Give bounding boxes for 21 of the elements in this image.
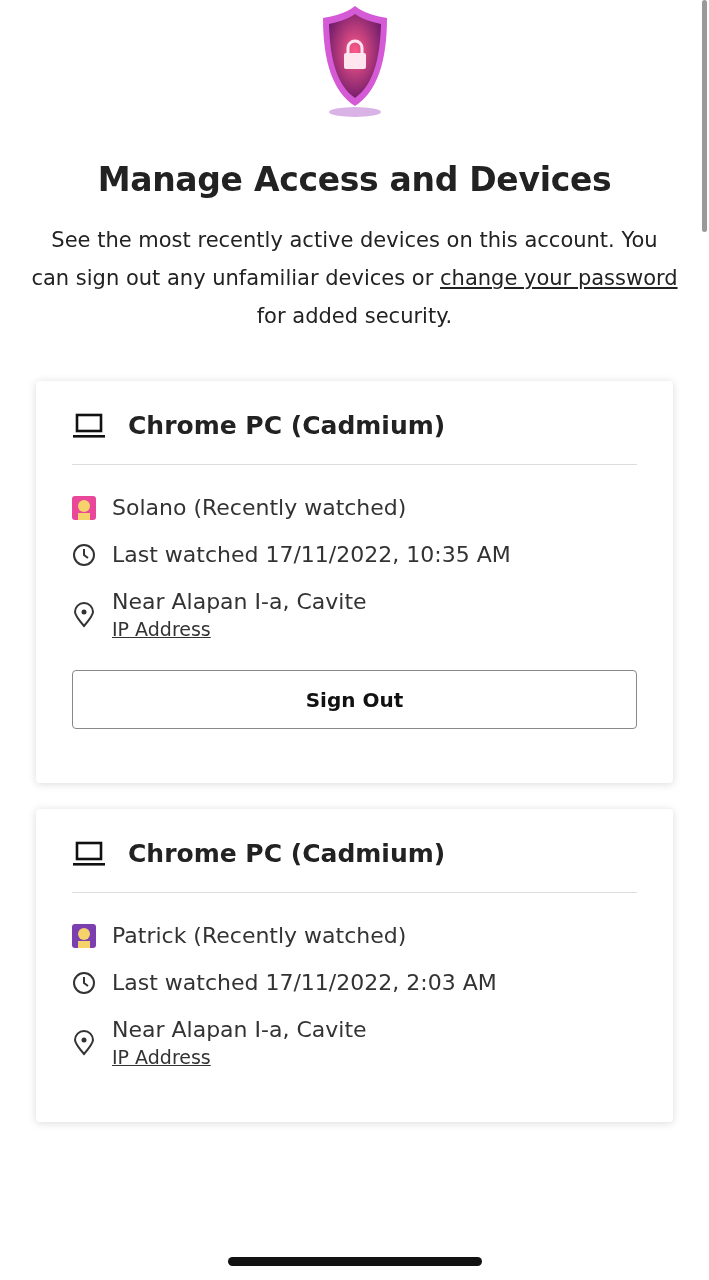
profile-name: Patrick (Recently watched) [112, 923, 407, 948]
clock-icon [72, 542, 96, 567]
page-title: Manage Access and Devices [97, 160, 612, 199]
profile-name: Solano (Recently watched) [112, 495, 407, 520]
last-watched: Last watched 17/11/2022, 2:03 AM [112, 970, 497, 995]
location: Near Alapan I-a, Cavite [112, 1017, 367, 1042]
laptop-icon [72, 412, 106, 439]
location-pin-icon [72, 1029, 96, 1056]
description: See the most recently active devices on this account. You can sign out any unfamiliar devices or change your password for added security. [30, 227, 679, 330]
sign-out-button[interactable]: Sign Out [72, 670, 637, 729]
device-name: Chrome PC (Cadmium) [128, 839, 446, 868]
laptop-icon [72, 840, 106, 867]
ip-address-link[interactable]: IP Address [112, 618, 367, 640]
scrollbar[interactable] [702, 0, 707, 232]
clock-icon [72, 970, 96, 995]
last-watched: Last watched 17/11/2022, 10:35 AM [112, 542, 511, 567]
location-pin-icon [72, 601, 96, 628]
ip-address-link[interactable]: IP Address [112, 1046, 367, 1068]
device-name: Chrome PC (Cadmium) [128, 411, 446, 440]
change-password-link[interactable]: change your password [440, 266, 678, 290]
location: Near Alapan I-a, Cavite [112, 589, 367, 614]
